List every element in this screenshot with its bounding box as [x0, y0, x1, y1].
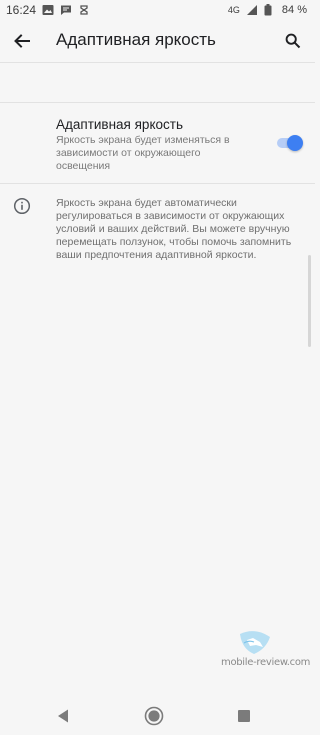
footer-info-text: Яркость экрана будет автоматически регул…: [56, 197, 292, 261]
nav-recents-icon[interactable]: [238, 710, 250, 722]
battery-level: 84 %: [281, 4, 307, 16]
toggle-thumb: [287, 135, 303, 151]
setting-title: Адаптивная яркость: [56, 117, 183, 132]
image-icon: [42, 4, 54, 16]
back-button[interactable]: [10, 29, 34, 53]
arrow-back-icon: [14, 34, 30, 48]
nav-home-icon[interactable]: [144, 706, 164, 726]
search-button[interactable]: [281, 29, 305, 53]
divider-header: [0, 102, 315, 103]
info-icon: [13, 197, 31, 215]
signal-icon: [246, 4, 258, 16]
network-type: 4G: [227, 5, 240, 15]
page-title: Адаптивная яркость: [56, 30, 216, 49]
status-bar-left: 16:24: [6, 3, 90, 17]
watermark-logo: [240, 631, 270, 654]
settings-screen: 16:24 4G 84 % Адаптивная яркость Адаптив…: [0, 0, 315, 735]
app-bar: Адаптивная яркость: [0, 20, 315, 62]
adaptive-brightness-toggle[interactable]: [275, 134, 303, 152]
divider-footer: [0, 183, 315, 184]
adaptive-brightness-setting[interactable]: Адаптивная яркость Яркость экрана будет …: [0, 104, 315, 178]
status-bar: 16:24 4G 84 %: [0, 0, 315, 20]
nav-back-icon[interactable]: [56, 708, 70, 724]
sync-icon: [78, 4, 90, 16]
scrollbar[interactable]: [308, 255, 311, 347]
battery-icon: [264, 4, 276, 16]
status-time: 16:24: [6, 3, 37, 17]
status-bar-right: 4G 84 %: [228, 4, 307, 16]
watermark-text: mobile-review.com: [221, 657, 311, 668]
divider-top: [0, 62, 315, 63]
search-icon: [285, 33, 301, 49]
setting-summary: Яркость экрана будет изменяться в зависи…: [56, 134, 230, 172]
message-icon: [60, 4, 72, 16]
navigation-bar: [0, 698, 315, 735]
